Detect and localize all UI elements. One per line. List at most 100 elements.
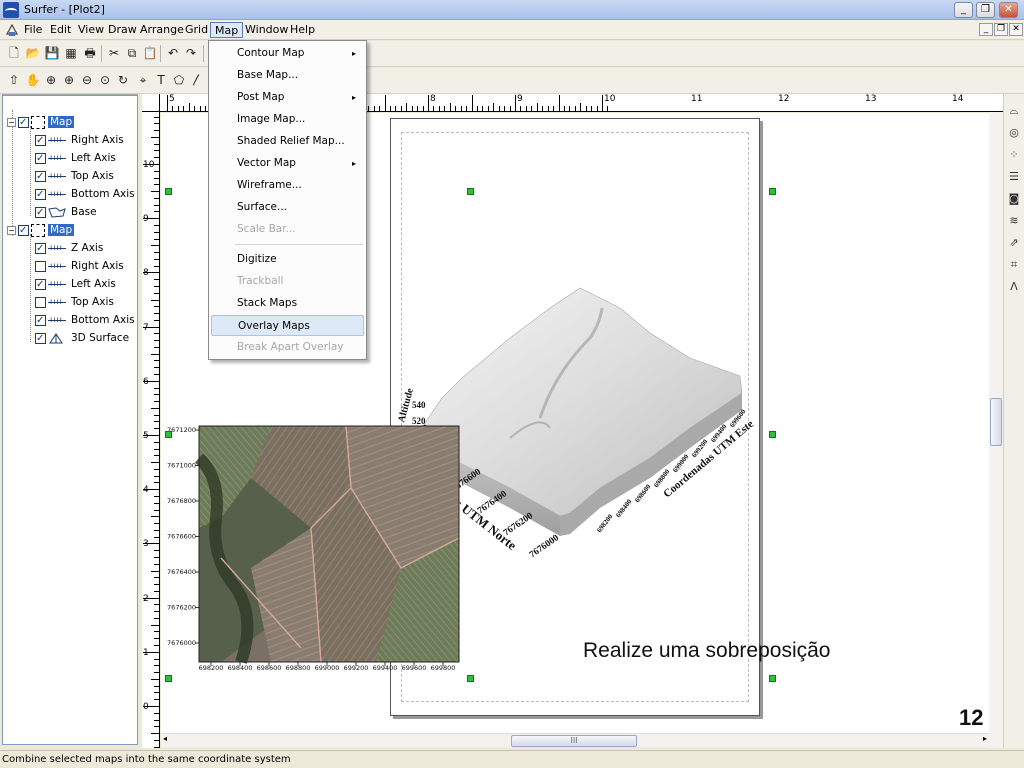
menu-item-base-map[interactable]: Base Map... [211,65,364,86]
selection-handle[interactable] [165,675,172,682]
pan-hand-icon[interactable]: ✋ [24,71,42,89]
zoom-rect-icon[interactable]: ⊕ [42,71,60,89]
menu-item-overlay-maps[interactable]: Overlay Maps [211,315,364,336]
visibility-checkbox[interactable] [35,240,46,257]
vertical-scrollbar[interactable] [989,112,1003,748]
visibility-checkbox[interactable] [35,186,46,203]
zoom-in-icon[interactable]: ⊕ [60,71,78,89]
new-wireframe-icon[interactable]: ⌗ [1006,256,1022,274]
tree-item-map-2[interactable]: − Map [7,222,75,239]
document-icon[interactable] [4,22,20,38]
collapse-icon[interactable]: − [7,117,16,127]
visibility-checkbox[interactable] [35,276,46,293]
zoom-page-icon[interactable]: ⊙ [96,71,114,89]
visibility-checkbox[interactable] [35,330,46,347]
new-shaded-relief-icon[interactable]: ≋ [1006,212,1022,230]
visibility-checkbox[interactable] [35,204,46,221]
scroll-left-icon[interactable]: ◂ [163,734,167,743]
selection-handle[interactable] [467,188,474,195]
new-image-map-icon[interactable]: ◙ [1006,190,1022,208]
menu-edit[interactable]: Edit [46,22,75,38]
undo-icon[interactable]: ↶ [164,44,182,62]
tree-item-bottom-axis[interactable]: Bottom Axis [35,185,135,203]
new-vector-map-icon[interactable]: ⇗ [1006,234,1022,252]
visibility-checkbox[interactable] [35,296,46,308]
copy-icon[interactable]: ⧉ [123,44,141,62]
menu-grid[interactable]: Grid [181,22,212,38]
collapse-icon[interactable]: − [7,225,16,235]
new-icon[interactable]: 🗋 [5,44,23,62]
image-map[interactable]: 7671200 7671000 7676800 7676600 7676400 76762… [161,418,471,678]
menu-help[interactable]: Help [286,22,319,38]
tree-item-left-axis-2[interactable]: Left Axis [35,275,116,293]
tree-item-3d-surface[interactable]: 3D Surface [35,330,129,347]
scroll-right-icon[interactable]: ▸ [983,734,987,743]
tree-item-bottom-axis-2[interactable]: Bottom Axis [35,311,135,329]
visibility-checkbox[interactable] [35,168,46,185]
new-surface-icon[interactable]: Λ [1006,278,1022,296]
close-button[interactable]: ✕ [999,2,1018,18]
tree-item-top-axis[interactable]: Top Axis [35,167,114,185]
save-icon[interactable]: 💾 [43,44,61,62]
menu-item-digitize[interactable]: Digitize [211,249,364,270]
horizontal-scroll-thumb[interactable]: III [511,735,637,747]
zoom-out-icon[interactable]: ⊖ [78,71,96,89]
menu-file[interactable]: File [20,22,46,38]
visibility-checkbox[interactable] [35,132,46,149]
vertical-scroll-thumb[interactable] [990,398,1002,446]
tree-item-right-axis-2[interactable]: Right Axis [35,257,124,275]
menu-window[interactable]: Window [241,22,292,38]
menu-view[interactable]: View [74,22,108,38]
selection-handle[interactable] [165,431,172,438]
visibility-checkbox[interactable] [18,222,29,239]
cut-icon[interactable]: ✂ [105,44,123,62]
menu-item-contour-map[interactable]: Contour Map ▸ [211,43,364,64]
menu-item-surface[interactable]: Surface... [211,197,364,218]
menu-item-image-map[interactable]: Image Map... [211,109,364,130]
visibility-checkbox[interactable] [35,312,46,329]
mdi-close-button[interactable]: ✕ [1009,23,1023,36]
mdi-minimize-button[interactable]: _ [979,23,993,36]
visibility-checkbox[interactable] [35,260,46,272]
menu-item-stack-maps[interactable]: Stack Maps [211,293,364,314]
mdi-restore-button[interactable]: ❐ [994,23,1008,36]
paste-icon[interactable]: 📋 [141,44,159,62]
reshape-icon[interactable]: ⌖ [134,71,152,89]
new-post-map-icon[interactable]: ⁘ [1006,146,1022,164]
new-base-map-icon[interactable]: ⌓ [1006,102,1022,120]
open-icon[interactable]: 📂 [24,44,42,62]
redraw-icon[interactable]: ↻ [114,71,132,89]
text-icon[interactable]: T [152,71,170,89]
selection-handle[interactable] [165,188,172,195]
selection-handle[interactable] [769,675,776,682]
visibility-checkbox[interactable] [18,114,29,131]
tree-item-z-axis[interactable]: Z Axis [35,239,103,257]
new-contour-map-icon[interactable]: ◎ [1006,124,1022,142]
visibility-checkbox[interactable] [35,150,46,167]
menu-item-shaded-relief-map[interactable]: Shaded Relief Map... [211,131,364,152]
menu-map[interactable]: Map [210,22,244,38]
select-arrow-icon[interactable]: ⇧ [5,71,23,89]
tree-item-right-axis[interactable]: Right Axis [35,131,124,149]
horizontal-scrollbar[interactable]: ◂ III ▸ [161,733,989,747]
new-classed-post-map-icon[interactable]: ☰ [1006,168,1022,186]
menu-item-wireframe[interactable]: Wireframe... [211,175,364,196]
selection-handle[interactable] [769,431,776,438]
tree-item-top-axis-2[interactable]: Top Axis [35,293,114,311]
redo-icon[interactable]: ↷ [182,44,200,62]
tree-item-left-axis[interactable]: Left Axis [35,149,116,167]
tree-item-map-1[interactable]: − Map [7,114,75,131]
menu-item-vector-map[interactable]: Vector Map ▸ [211,153,364,174]
menu-item-post-map[interactable]: Post Map ▸ [211,87,364,108]
print-icon[interactable]: 🖶 [81,44,99,62]
minimize-button[interactable]: _ [954,2,973,18]
polygon-icon[interactable]: ⬠ [170,71,188,89]
polyline-icon[interactable]: 〳 [188,71,206,89]
ruler-tick [542,106,544,111]
tree-item-base[interactable]: Base [35,204,97,221]
restore-button[interactable]: ❐ [976,2,995,18]
selection-handle[interactable] [467,675,474,682]
selection-handle[interactable] [769,188,776,195]
worksheet-icon[interactable]: ▦ [62,44,80,62]
ruler-tick [154,170,159,172]
